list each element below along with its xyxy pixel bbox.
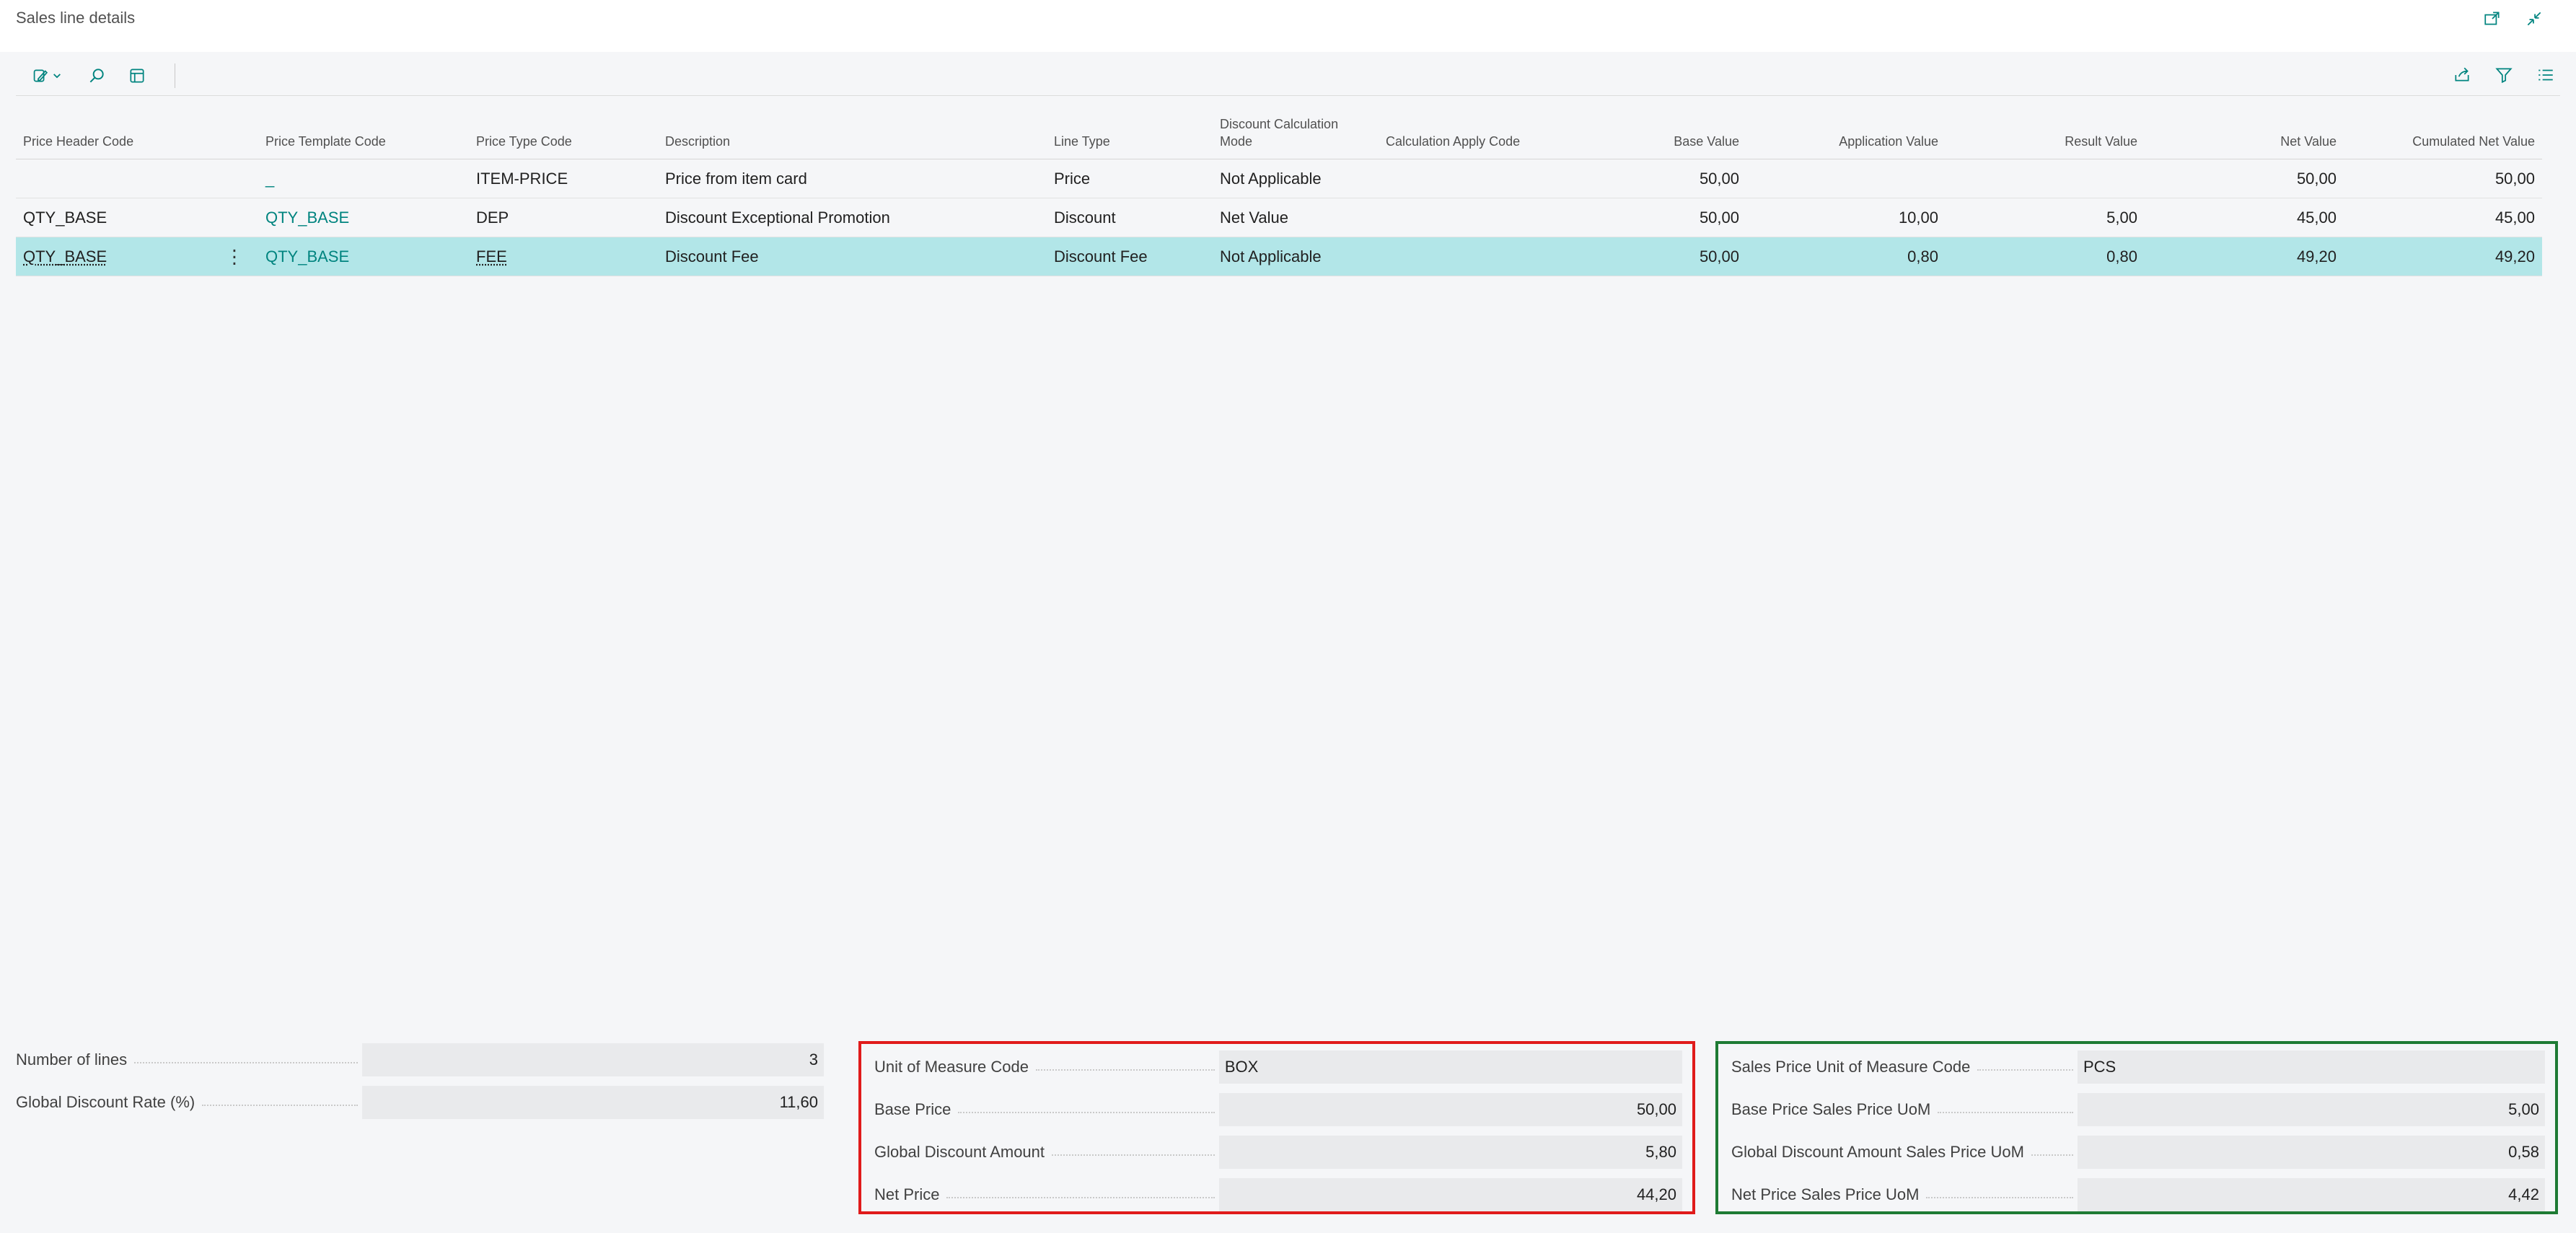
share-icon[interactable] (2450, 63, 2474, 87)
summary-fields: Number of lines 3 Global Discount Rate (… (16, 1043, 824, 1128)
action-toolbar (16, 59, 2560, 96)
sales-net-price-value: 4,42 (2078, 1178, 2545, 1211)
sales-uom-code-value: PCS (2078, 1050, 2545, 1084)
price-template-code-link[interactable]: QTY_BASE (258, 209, 469, 227)
table-row[interactable]: _ ITEM-PRICE Price from item card Price … (16, 159, 2542, 198)
price-lines-grid: Price Header Code Price Template Code Pr… (16, 110, 2542, 276)
net-value-cell: 45,00 (2296, 208, 2337, 227)
application-value-cell: 10,00 (1898, 208, 1938, 227)
base-price-field: Base Price 50,00 (874, 1092, 1682, 1127)
net-price-value: 44,20 (1218, 1178, 1682, 1211)
layout-icon[interactable] (126, 64, 149, 87)
base-price-label: Base Price (874, 1100, 1219, 1119)
line-type-cell: Discount (1054, 208, 1116, 227)
net-value-cell: 49,20 (2296, 247, 2337, 266)
column-header-base-value[interactable]: Base Value (1559, 133, 1746, 159)
price-template-code-link[interactable]: _ (258, 170, 469, 188)
base-value-cell: 50,00 (1699, 247, 1739, 266)
sales-net-price-field: Net Price Sales Price UoM 4,42 (1731, 1177, 2545, 1212)
collapse-icon[interactable] (2523, 7, 2546, 30)
description-cell: Discount Exceptional Promotion (665, 208, 890, 227)
title-bar: Sales line details (0, 0, 2576, 52)
column-header-net-value[interactable]: Net Value (2145, 133, 2344, 159)
toolbar-left (27, 63, 175, 88)
discount-calculation-mode-cell: Not Applicable (1220, 169, 1322, 188)
net-value-cell: 50,00 (2296, 169, 2337, 188)
base-price-value: 50,00 (1218, 1093, 1682, 1126)
unit-of-measure-group: Unit of Measure Code BOX Base Price 50,0… (858, 1041, 1695, 1214)
sales-global-discount-amount-field: Global Discount Amount Sales Price UoM 0… (1731, 1135, 2545, 1170)
price-type-code-value[interactable]: FEE (476, 247, 507, 266)
discount-calculation-mode-cell: Not Applicable (1220, 247, 1322, 266)
price-header-code-cell[interactable]: QTY_BASE ⋮ (16, 247, 258, 266)
net-price-field: Net Price 44,20 (874, 1177, 1682, 1212)
uom-code-value: BOX (1218, 1050, 1682, 1084)
global-discount-amount-field: Global Discount Amount 5,80 (874, 1135, 1682, 1170)
cumulated-net-value-cell: 45,00 (2494, 208, 2535, 227)
cumulated-net-value-cell: 49,20 (2494, 247, 2535, 266)
grid-header: Price Header Code Price Template Code Pr… (16, 110, 2542, 159)
column-header-price-header-code[interactable]: Price Header Code (16, 133, 258, 159)
row-actions-menu-icon[interactable]: ⋮ (225, 247, 244, 266)
sales-global-discount-amount-value: 0,58 (2078, 1136, 2545, 1169)
number-of-lines-field: Number of lines 3 (16, 1043, 824, 1077)
base-value-cell: 50,00 (1699, 208, 1739, 227)
edit-mode-icon[interactable] (27, 64, 68, 87)
description-cell: Price from item card (665, 169, 807, 188)
table-row[interactable]: QTY_BASE QTY_BASE DEP Discount Exception… (16, 198, 2542, 237)
page-title: Sales line details (16, 9, 136, 27)
column-header-price-type-code[interactable]: Price Type Code (469, 133, 658, 159)
number-of-lines-value: 3 (362, 1043, 824, 1076)
column-header-discount-calculation-mode[interactable]: Discount Calculation Mode (1213, 115, 1379, 159)
cumulated-net-value-cell: 50,00 (2494, 169, 2535, 188)
application-value-cell: 0,80 (1907, 247, 1938, 266)
column-header-line-type[interactable]: Line Type (1047, 133, 1213, 159)
global-discount-rate-value: 11,60 (362, 1086, 824, 1119)
column-header-price-template-code[interactable]: Price Template Code (258, 133, 469, 159)
result-value-cell: 5,00 (2106, 208, 2137, 227)
uom-code-label: Unit of Measure Code (874, 1058, 1219, 1076)
net-price-label: Net Price (874, 1185, 1219, 1204)
global-discount-rate-field: Global Discount Rate (%) 11,60 (16, 1085, 824, 1120)
discount-calculation-mode-cell: Net Value (1220, 208, 1288, 227)
table-row-selected[interactable]: QTY_BASE ⋮ QTY_BASE FEE Discount Fee Dis… (16, 237, 2542, 276)
column-header-result-value[interactable]: Result Value (1946, 133, 2145, 159)
toolbar-right (2450, 63, 2557, 87)
price-type-code-cell[interactable]: DEP (469, 209, 658, 227)
open-in-new-window-icon[interactable] (2481, 7, 2504, 30)
global-discount-amount-value: 5,80 (1218, 1136, 1682, 1169)
price-type-code-cell[interactable]: ITEM-PRICE (469, 170, 658, 188)
price-header-code-value[interactable]: QTY_BASE (23, 247, 107, 266)
line-type-cell: Discount Fee (1054, 247, 1148, 266)
sales-base-price-value: 5,00 (2078, 1093, 2545, 1126)
sales-uom-code-field: Sales Price Unit of Measure Code PCS (1731, 1050, 2545, 1084)
number-of-lines-label: Number of lines (16, 1050, 362, 1069)
result-value-cell: 0,80 (2106, 247, 2137, 266)
price-type-code-cell[interactable]: FEE (469, 247, 658, 266)
sales-base-price-label: Base Price Sales Price UoM (1731, 1100, 2078, 1119)
price-template-code-link[interactable]: QTY_BASE (258, 247, 469, 266)
line-type-cell: Price (1054, 169, 1091, 188)
column-header-application-value[interactable]: Application Value (1746, 133, 1946, 159)
sales-price-uom-group: Sales Price Unit of Measure Code PCS Bas… (1715, 1041, 2558, 1214)
column-header-description[interactable]: Description (658, 133, 1047, 159)
column-header-calculation-apply-code[interactable]: Calculation Apply Code (1379, 133, 1559, 159)
description-cell: Discount Fee (665, 247, 759, 266)
search-icon[interactable] (85, 64, 108, 87)
sales-net-price-label: Net Price Sales Price UoM (1731, 1185, 2078, 1204)
sales-uom-code-label: Sales Price Unit of Measure Code (1731, 1058, 2078, 1076)
column-header-cumulated-net-value[interactable]: Cumulated Net Value (2344, 133, 2542, 159)
price-header-code-cell[interactable]: QTY_BASE (16, 209, 258, 227)
base-value-cell: 50,00 (1699, 169, 1739, 188)
uom-code-field: Unit of Measure Code BOX (874, 1050, 1682, 1084)
title-actions (2481, 7, 2546, 30)
global-discount-rate-label: Global Discount Rate (%) (16, 1093, 362, 1112)
list-view-icon[interactable] (2534, 63, 2557, 87)
sales-base-price-field: Base Price Sales Price UoM 5,00 (1731, 1092, 2545, 1127)
sales-global-discount-amount-label: Global Discount Amount Sales Price UoM (1731, 1143, 2078, 1162)
global-discount-amount-label: Global Discount Amount (874, 1143, 1219, 1162)
filter-icon[interactable] (2492, 63, 2515, 87)
